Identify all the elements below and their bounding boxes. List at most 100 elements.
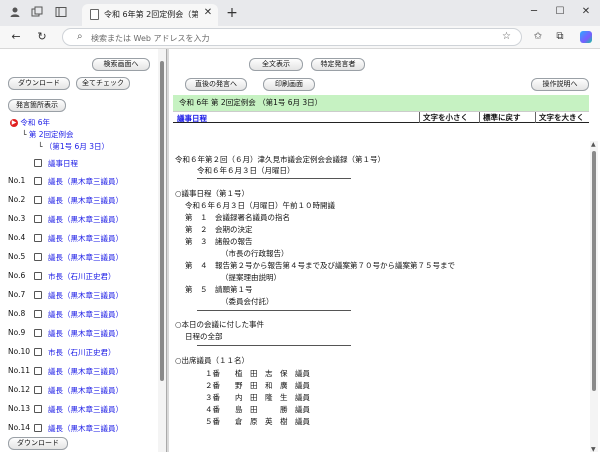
copilot-icon[interactable] [580, 31, 592, 43]
agenda-link[interactable]: 議事日程 [48, 158, 78, 169]
row-number: No.14 [8, 423, 30, 432]
right-frame: 全文表示 特定発言者 直後の発言へ 印刷画面 操作説明へ 令和 6年 第 2回定… [169, 49, 600, 452]
speaker-link[interactable]: 議長（黒木章三議員） [48, 328, 123, 339]
favorites-icon[interactable]: ✩ [530, 29, 546, 45]
address-bar[interactable]: ⌕ 検索または Web アドレスを入力 ☆ [62, 28, 522, 46]
speaker-link[interactable]: 議長（黒木章三議員） [48, 366, 123, 377]
doc-line: （委員会付託） [221, 297, 274, 306]
text-normal-button[interactable]: 標準に戻す [479, 112, 524, 123]
row-checkbox[interactable] [34, 424, 42, 432]
speaker-link[interactable]: 議長（黒木章三議員） [48, 385, 123, 396]
speaker-link[interactable]: 議長（黒木章三議員） [48, 214, 123, 225]
doc-line: 第 ４ 報告第２号から報告第４号まで及び議案第７０号から議案第７５号まで [185, 261, 455, 270]
section-title: 議事日程 [177, 114, 207, 123]
left-scrollbar[interactable] [158, 49, 166, 452]
tree-branch-icon: └ [22, 130, 27, 139]
speaker-link[interactable]: 議長（黒木章三議員） [48, 404, 123, 415]
speaker-link[interactable]: 議長（黒木章三議員） [48, 309, 123, 320]
scroll-down-icon[interactable]: ▼ [591, 446, 596, 452]
new-tab-icon[interactable]: + [224, 4, 240, 22]
row-checkbox[interactable] [34, 234, 42, 242]
search-screen-button[interactable]: 検索画面へ [92, 58, 150, 71]
collections-icon[interactable]: ⧉ [552, 29, 568, 45]
row-number: No.7 [8, 290, 26, 299]
row-checkbox[interactable] [34, 196, 42, 204]
doc-line: （提案理由説明） [221, 273, 281, 282]
speaker-link[interactable]: 議長（黒木章三議員） [48, 233, 123, 244]
print-button[interactable]: 印刷画面 [263, 78, 315, 91]
right-scrollbar-thumb[interactable] [592, 151, 596, 391]
doc-line: ４番 島 田 勝 議員 [205, 405, 310, 414]
close-icon[interactable]: ✕ [202, 7, 214, 21]
doc-line: （市長の行政報告） [221, 249, 289, 258]
row-checkbox[interactable] [34, 405, 42, 413]
help-button[interactable]: 操作説明へ [531, 78, 589, 91]
minimize-icon[interactable]: ─ [524, 4, 544, 20]
active-tab[interactable]: 令和 6年第 2回定例会（第1号 6月 ✕ [82, 4, 218, 26]
divider-line [197, 345, 351, 346]
row-checkbox[interactable] [34, 177, 42, 185]
text-larger-button[interactable]: 文字を大きく [535, 112, 587, 123]
speaker-link[interactable]: 議長（黒木章三議員） [48, 252, 123, 263]
meeting-header: 令和 6年 第 2回定例会 （第1号 6月 3日） [173, 95, 589, 111]
tab-actions-icon[interactable] [30, 6, 44, 20]
speaker-list-button[interactable]: 発言箇所表示 [8, 99, 66, 112]
page-icon [90, 9, 99, 20]
text-smaller-button[interactable]: 文字を小さく [419, 112, 471, 123]
speaker-link[interactable]: 議長（黒木章三議員） [48, 290, 123, 301]
download-bottom-button[interactable]: ダウンロード [8, 437, 68, 450]
row-number: No.12 [8, 385, 30, 394]
row-number: No.8 [8, 309, 26, 318]
right-scrollbar[interactable]: ▲ ▼ [590, 141, 598, 452]
row-checkbox[interactable] [34, 329, 42, 337]
full-text-button[interactable]: 全文表示 [249, 58, 303, 71]
row-number: No.9 [8, 328, 26, 337]
profile-icon[interactable] [8, 6, 22, 20]
left-scrollbar-thumb[interactable] [160, 61, 164, 381]
row-checkbox[interactable] [34, 253, 42, 261]
row-checkbox[interactable] [34, 386, 42, 394]
maximize-icon[interactable]: ☐ [550, 4, 570, 20]
row-checkbox[interactable] [34, 348, 42, 356]
prev-speech-button[interactable]: 直後の発言へ [185, 78, 247, 91]
row-checkbox[interactable] [34, 215, 42, 223]
row-number: No.5 [8, 252, 26, 261]
section-bar: 議事日程 文字を小さく 標準に戻す 文字を大きく [173, 111, 589, 123]
left-frame: 検索画面へ ダウンロード 全てチェック 発言箇所表示 ▶ 令和 6年 └ 第 2… [0, 49, 168, 452]
speaker-link[interactable]: 市長（石川正史君） [48, 347, 116, 358]
doc-line: 令和６年６月３日（月曜日） [197, 166, 295, 175]
specific-speaker-button[interactable]: 特定発言者 [311, 58, 365, 71]
doc-line: ○議事日程（第１号） [175, 189, 250, 198]
speaker-link[interactable]: 議長（黒木章三議員） [48, 195, 123, 206]
favorite-icon[interactable]: ☆ [502, 31, 511, 42]
row-checkbox[interactable] [34, 310, 42, 318]
browser-titlebar: 令和 6年第 2回定例会（第1号 6月 ✕ + ─ ☐ ✕ [0, 0, 600, 26]
row-number: No.11 [8, 366, 30, 375]
row-checkbox[interactable] [34, 272, 42, 280]
doc-line: 令和６年第２回（６月）津久見市議会定例会会議録（第１号） [175, 155, 385, 164]
tree-session[interactable]: └ 第 2回定例会 [22, 129, 74, 140]
back-icon[interactable]: ← [8, 29, 24, 45]
agenda-checkbox[interactable] [34, 159, 42, 167]
speaker-link[interactable]: 議長（黒木章三議員） [48, 176, 123, 187]
close-window-icon[interactable]: ✕ [576, 4, 596, 20]
speaker-link[interactable]: 議長（黒木章三議員） [48, 423, 123, 434]
doc-line: ○本日の会議に付した事件 [175, 320, 265, 329]
speaker-link[interactable]: 市長（石川正史君） [48, 271, 116, 282]
refresh-icon[interactable]: ↻ [34, 29, 50, 45]
tab-title: 令和 6年第 2回定例会（第1号 6月 [104, 10, 198, 19]
tree-year-label: 令和 6年 [20, 118, 51, 127]
vertical-tabs-icon[interactable] [54, 6, 68, 20]
scroll-up-icon[interactable]: ▲ [591, 141, 596, 148]
row-number: No.6 [8, 271, 26, 280]
tree-meeting[interactable]: └ （第1号 6月 3日） [38, 141, 109, 152]
tree-year[interactable]: ▶ 令和 6年 [10, 117, 50, 128]
check-all-button[interactable]: 全てチェック [76, 77, 130, 90]
download-button[interactable]: ダウンロード [8, 77, 70, 90]
row-checkbox[interactable] [34, 367, 42, 375]
row-number: No.13 [8, 404, 30, 413]
doc-line: 令和６年６月３日（月曜日）午前１０時開議 [185, 201, 335, 210]
address-input[interactable]: 検索または Web アドレスを入力 [91, 33, 210, 44]
row-checkbox[interactable] [34, 291, 42, 299]
tree-branch-icon: └ [38, 142, 43, 151]
